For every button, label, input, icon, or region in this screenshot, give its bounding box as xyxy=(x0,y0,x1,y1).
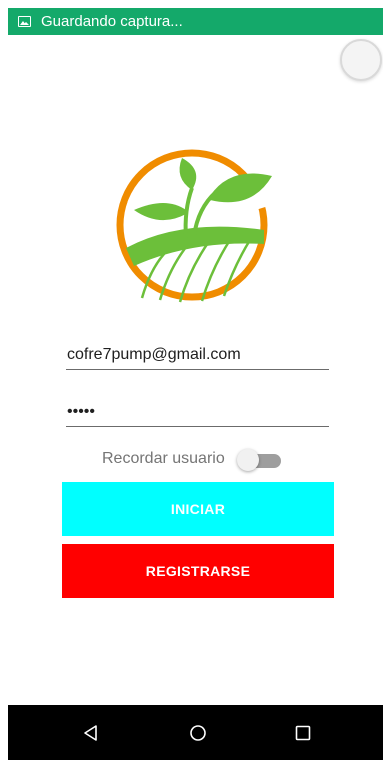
register-button[interactable]: REGISTRARSE xyxy=(62,544,334,598)
plant-logo-icon xyxy=(116,149,272,303)
navigation-bar xyxy=(8,705,383,760)
image-icon xyxy=(18,16,31,27)
password-field[interactable] xyxy=(66,397,329,427)
notification-text: Guardando captura... xyxy=(41,13,183,30)
home-icon xyxy=(190,724,206,741)
remember-user-label: Recordar usuario xyxy=(102,450,225,467)
email-field[interactable] xyxy=(66,340,329,370)
floating-capture-button[interactable] xyxy=(340,39,382,81)
home-button[interactable] xyxy=(168,705,228,760)
recents-icon xyxy=(295,725,311,740)
login-button[interactable]: INICIAR xyxy=(62,482,334,536)
remember-user-row: Recordar usuario xyxy=(102,444,283,474)
back-button[interactable] xyxy=(61,705,121,760)
remember-user-toggle[interactable] xyxy=(236,447,283,471)
screenshot-notification[interactable]: Guardando captura... xyxy=(8,8,383,35)
back-icon xyxy=(84,724,97,741)
toggle-thumb xyxy=(236,449,259,471)
recents-button[interactable] xyxy=(273,705,333,760)
